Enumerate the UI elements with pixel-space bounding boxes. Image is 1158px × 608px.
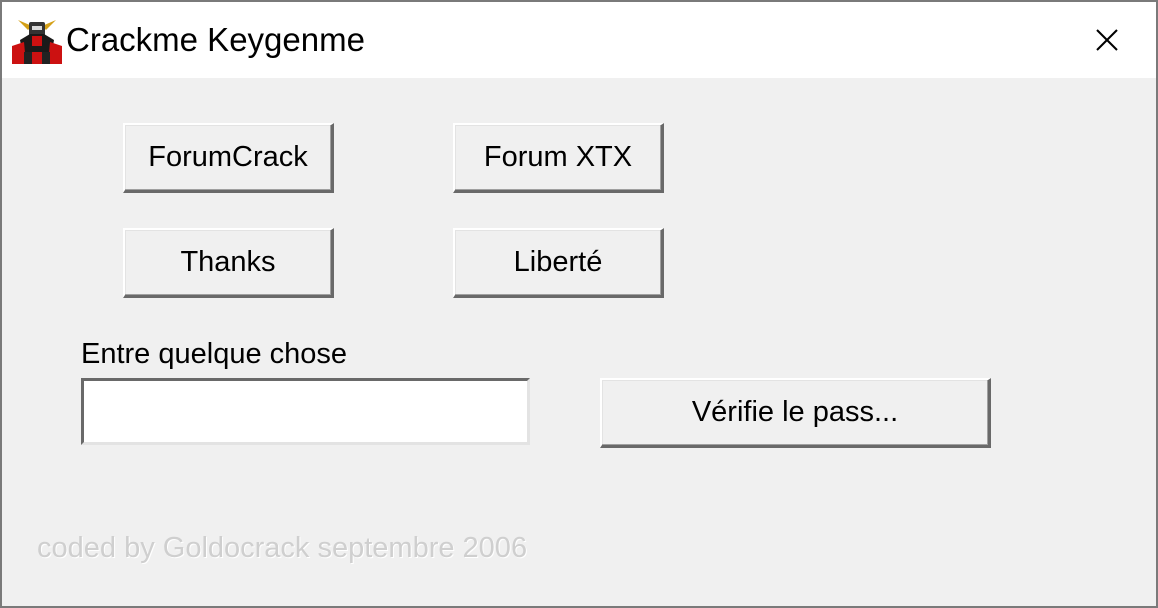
title-bar[interactable]: Crackme Keygenme bbox=[2, 2, 1156, 78]
thanks-button[interactable]: Thanks bbox=[123, 228, 334, 298]
liberte-button[interactable]: Liberté bbox=[453, 228, 664, 298]
forumcrack-button[interactable]: ForumCrack bbox=[123, 123, 334, 193]
verify-pass-button[interactable]: Vérifie le pass... bbox=[600, 378, 991, 448]
close-button[interactable] bbox=[1072, 10, 1142, 70]
forum-xtx-button[interactable]: Forum XTX bbox=[453, 123, 664, 193]
close-icon bbox=[1096, 29, 1118, 51]
robot-icon bbox=[12, 16, 62, 66]
input-label: Entre quelque chose bbox=[81, 338, 348, 370]
window-title: Crackme Keygenme bbox=[66, 21, 365, 58]
app-window: Crackme Keygenme ForumCrack Forum XTX Th… bbox=[0, 0, 1158, 608]
password-input[interactable] bbox=[81, 378, 530, 445]
credit-text: coded by Goldocrack septembre 2006 bbox=[37, 532, 528, 564]
